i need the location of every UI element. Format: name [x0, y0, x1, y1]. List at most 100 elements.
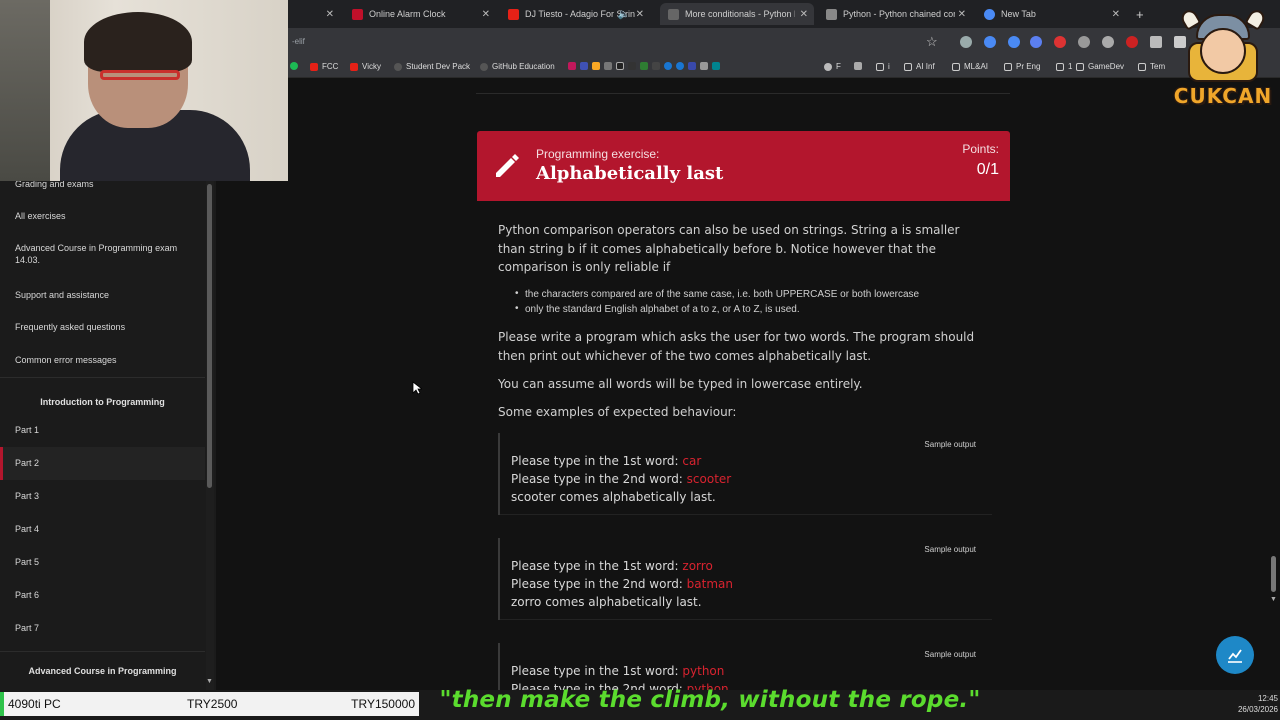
- tab-strip: ✕ Online Alarm Clock ✕ DJ Tiesto - Adagi…: [288, 0, 1280, 28]
- bookmark-folder-tem[interactable]: Tem: [1138, 62, 1165, 71]
- translate-icon[interactable]: [1030, 36, 1042, 48]
- bookmark-app[interactable]: [854, 62, 866, 70]
- sidebar-item-grading[interactable]: Grading and exams: [0, 181, 205, 190]
- intro-paragraph: Python comparison operators can also be …: [498, 223, 960, 274]
- bookmark-folder-i[interactable]: i: [876, 62, 890, 71]
- bookmark-label: 1: [1068, 62, 1073, 71]
- course-sidebar: Grading and exams All exercises Advanced…: [0, 181, 216, 690]
- mascot-logo: CUKCAN: [1170, 6, 1276, 114]
- chart-icon: [1228, 649, 1242, 663]
- exercise-title: Alphabetically last: [536, 163, 724, 184]
- extension-icon[interactable]: [1126, 36, 1138, 48]
- adblock-icon[interactable]: [1054, 36, 1066, 48]
- goal-current: TRY2500: [187, 697, 238, 711]
- chrome-icon: [984, 8, 995, 20]
- bookmark-folder-1[interactable]: 1: [1056, 62, 1072, 71]
- sidebar-item-all-exercises[interactable]: All exercises: [0, 210, 205, 222]
- tab-label: Python - Python chained comp: [843, 9, 955, 19]
- bookmark-label: Pr Eng: [1016, 62, 1041, 71]
- bookmark-student-dev-pack[interactable]: Student Dev Pack: [394, 62, 470, 71]
- main-content: Programming exercise: Alphabetically las…: [216, 79, 1280, 690]
- sidebar-section-advanced: Advanced Course in Programming: [28, 666, 177, 676]
- spotify-icon: [290, 62, 298, 70]
- bookmark-label: F: [836, 62, 841, 71]
- sidebar-item-faq[interactable]: Frequently asked questions: [0, 321, 205, 333]
- bookmark-folder-ai-inf[interactable]: AI Inf: [904, 62, 935, 71]
- sample-output-label: Sample output: [924, 440, 976, 449]
- tab-new-tab[interactable]: New Tab ✕: [976, 3, 1126, 25]
- sidebar-item-support[interactable]: Support and assistance: [0, 289, 205, 301]
- sidebar-item-part-2[interactable]: Part 2: [0, 447, 205, 480]
- sidebar-item-common-errors[interactable]: Common error messages: [0, 354, 205, 366]
- sidebar-item-part-4[interactable]: Part 4: [0, 513, 205, 546]
- tab-partial[interactable]: ✕: [288, 3, 340, 25]
- sample-divider: [500, 619, 992, 620]
- sidebar-item-part-1[interactable]: Part 1: [0, 414, 205, 447]
- speaker-icon[interactable]: 🔈: [618, 9, 630, 20]
- tab-alarm-clock[interactable]: Online Alarm Clock ✕: [344, 3, 496, 25]
- goal-target: TRY150000: [351, 697, 415, 711]
- user-input: car: [682, 454, 702, 468]
- bookmark-folder-mlai[interactable]: ML&AI: [952, 62, 988, 71]
- app-icon: [616, 62, 624, 70]
- extension-icon[interactable]: [984, 36, 996, 48]
- folder-icon: [904, 62, 912, 71]
- close-icon[interactable]: ✕: [1112, 9, 1120, 20]
- app-icon: [568, 62, 576, 70]
- bookmark-star-icon[interactable]: ☆: [926, 34, 938, 50]
- address-bar[interactable]: -elif ☆: [288, 28, 1280, 56]
- page-scroll-thumb[interactable]: [1271, 556, 1276, 592]
- bookmark-label: Vicky: [362, 62, 381, 71]
- bookmark-label: GitHub Education: [492, 62, 555, 71]
- close-icon[interactable]: ✕: [482, 9, 490, 20]
- close-icon[interactable]: ✕: [326, 9, 334, 20]
- folder-icon: [952, 62, 960, 71]
- close-icon[interactable]: ✕: [958, 9, 966, 20]
- sample-output-label: Sample output: [924, 545, 976, 554]
- bookmark-fcc[interactable]: FCC: [310, 62, 338, 71]
- bookmark-github-education[interactable]: GitHub Education: [480, 62, 555, 71]
- clock-date: 26/03/2026: [1237, 705, 1278, 714]
- bookmark-f[interactable]: F: [824, 62, 841, 71]
- extension-icon[interactable]: [1078, 36, 1090, 48]
- progress-button[interactable]: [1216, 636, 1254, 674]
- user-input: zorro: [682, 559, 713, 573]
- sidebar-item-part-5[interactable]: Part 5: [0, 546, 205, 579]
- scroll-down-arrow-icon[interactable]: ▼: [206, 678, 213, 685]
- close-icon[interactable]: ✕: [636, 9, 644, 20]
- url-text[interactable]: -elif: [292, 37, 305, 46]
- scroll-down-arrow-icon[interactable]: ▼: [1270, 596, 1277, 603]
- close-icon[interactable]: ✕: [800, 9, 808, 20]
- sidebar-item-part-6[interactable]: Part 6: [0, 579, 205, 612]
- app-icon: [652, 62, 660, 70]
- app-icon: [640, 62, 648, 70]
- sidebar-item-part-3[interactable]: Part 3: [0, 480, 205, 513]
- taskbar-clock[interactable]: 12:45 26/03/2026: [1218, 693, 1278, 715]
- mascot-text: CUKCAN: [1173, 84, 1273, 108]
- sidebar-item-exam[interactable]: Advanced Course in Programming exam 14.0…: [0, 242, 190, 266]
- app-icon: [688, 62, 696, 70]
- exercise-header: Programming exercise: Alphabetically las…: [477, 131, 1010, 201]
- bookmark-label: ML&AI: [964, 62, 989, 71]
- bookmark-icon-row[interactable]: [568, 62, 724, 70]
- shield-icon[interactable]: [1102, 36, 1114, 48]
- bookmark-spotify[interactable]: [290, 62, 302, 70]
- sidebar-section-intro: Introduction to Programming: [40, 397, 165, 407]
- tab-youtube[interactable]: DJ Tiesto - Adagio For Strin 🔈 ✕: [500, 3, 650, 25]
- tab-more-conditionals[interactable]: More conditionals - Python Pro ✕: [660, 3, 814, 25]
- goal-bar: 4090ti PC TRY2500 TRY150000: [4, 692, 419, 716]
- bookmark-vicky[interactable]: Vicky: [350, 62, 381, 71]
- youtube-icon: [350, 62, 358, 71]
- extension-icon[interactable]: [1150, 36, 1162, 48]
- tab-python-chained[interactable]: Python - Python chained comp ✕: [818, 3, 972, 25]
- new-tab-button[interactable]: +: [1136, 3, 1156, 25]
- bookmark-folder-gamedev[interactable]: GameDev: [1076, 62, 1124, 71]
- sidebar-scroll-thumb[interactable]: [207, 184, 212, 488]
- bookmark-folder-pr-eng[interactable]: Pr Eng: [1004, 62, 1040, 71]
- sidebar-item-part-7[interactable]: Part 7: [0, 612, 205, 645]
- app-icon: [854, 62, 862, 70]
- extension-icon[interactable]: [960, 36, 972, 48]
- mascot-face: [1200, 28, 1246, 74]
- mouse-cursor-icon: [412, 381, 422, 395]
- extension-icon[interactable]: [1008, 36, 1020, 48]
